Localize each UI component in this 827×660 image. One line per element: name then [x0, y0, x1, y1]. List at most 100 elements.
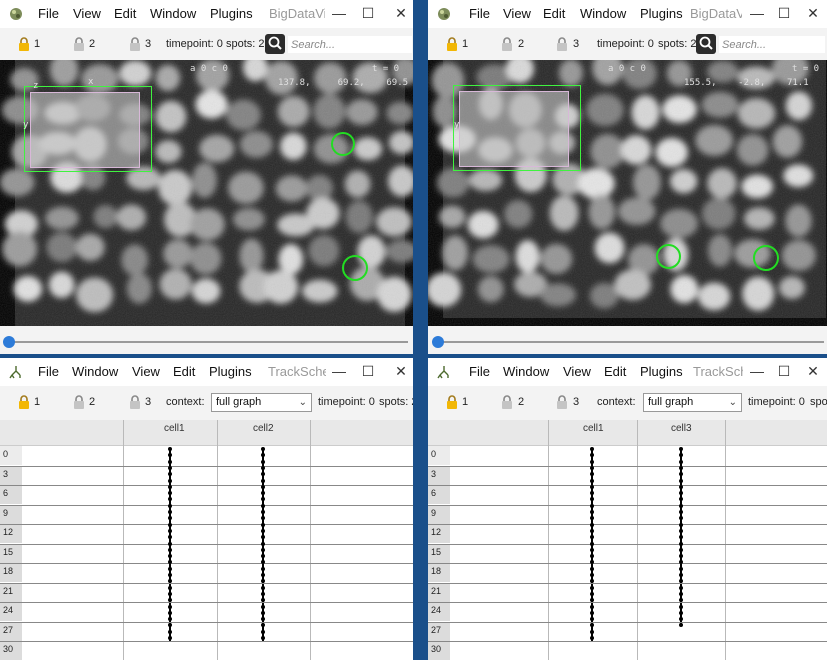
- track-spot[interactable]: [679, 528, 683, 533]
- menu-file[interactable]: File: [469, 364, 490, 379]
- menu-view[interactable]: View: [503, 6, 531, 21]
- track-spot[interactable]: [679, 484, 683, 489]
- lock-3-icon[interactable]: [127, 394, 143, 410]
- track-spot[interactable]: [679, 554, 683, 559]
- close-icon[interactable]: ✕: [802, 361, 824, 381]
- track-spot[interactable]: [168, 503, 172, 508]
- menu-window[interactable]: Window: [72, 364, 118, 379]
- track-spot[interactable]: [590, 465, 594, 470]
- track-spot[interactable]: [590, 535, 594, 540]
- track-spot[interactable]: [168, 636, 172, 640]
- context-dropdown[interactable]: full graph ⌄: [211, 393, 312, 412]
- spot-marker[interactable]: [656, 244, 681, 269]
- context-dropdown[interactable]: full graph ⌄: [643, 393, 742, 412]
- track-spot[interactable]: [261, 535, 265, 540]
- track-spot[interactable]: [168, 623, 172, 628]
- track-spot[interactable]: [679, 503, 683, 508]
- track-spot[interactable]: [168, 465, 172, 470]
- menu-edit[interactable]: Edit: [604, 364, 626, 379]
- track-spot[interactable]: [261, 610, 265, 615]
- close-icon[interactable]: ✕: [802, 3, 824, 23]
- track-spot[interactable]: [261, 566, 265, 571]
- time-slider-track[interactable]: [438, 341, 824, 343]
- track-spot[interactable]: [590, 478, 594, 483]
- track-spot[interactable]: [590, 636, 594, 640]
- menu-file[interactable]: File: [38, 364, 59, 379]
- maximize-icon[interactable]: ☐: [773, 361, 795, 381]
- track-spot[interactable]: [261, 522, 265, 527]
- track-spot[interactable]: [168, 591, 172, 596]
- menu-window[interactable]: Window: [503, 364, 549, 379]
- lock-1-icon[interactable]: [16, 394, 32, 410]
- track-spot[interactable]: [261, 623, 265, 628]
- menu-view[interactable]: View: [132, 364, 160, 379]
- track-spot[interactable]: [590, 491, 594, 496]
- track-spot[interactable]: [261, 484, 265, 489]
- menu-view[interactable]: View: [563, 364, 591, 379]
- maximize-icon[interactable]: ☐: [773, 3, 795, 23]
- track-spot[interactable]: [261, 472, 265, 477]
- track-spot[interactable]: [679, 516, 683, 521]
- lock-1-icon[interactable]: [444, 36, 460, 52]
- spot-marker[interactable]: [331, 132, 355, 156]
- lock-2-icon[interactable]: [71, 394, 87, 410]
- title-bar[interactable]: File Window View Edit Plugins TrackSchem…: [428, 358, 827, 386]
- track-spot[interactable]: [168, 453, 172, 458]
- track-spot[interactable]: [679, 465, 683, 470]
- track-spot[interactable]: [261, 629, 265, 634]
- menu-plugins[interactable]: Plugins: [210, 6, 253, 21]
- time-slider-knob[interactable]: [432, 336, 444, 348]
- track-spot[interactable]: [168, 510, 172, 514]
- track-spot[interactable]: [679, 604, 683, 609]
- track-spot[interactable]: [679, 573, 683, 577]
- track-spot[interactable]: [168, 484, 172, 489]
- track-spot[interactable]: [168, 585, 172, 590]
- track-spot[interactable]: [168, 547, 172, 552]
- spot-marker[interactable]: [342, 255, 368, 281]
- track-spot[interactable]: [590, 447, 594, 451]
- menu-window[interactable]: Window: [150, 6, 196, 21]
- track-spot[interactable]: [168, 447, 172, 451]
- track-spot[interactable]: [168, 472, 172, 477]
- menu-edit[interactable]: Edit: [114, 6, 136, 21]
- track-spot[interactable]: [590, 541, 594, 546]
- minimize-icon[interactable]: —: [328, 361, 350, 381]
- minimize-icon[interactable]: —: [328, 3, 350, 23]
- track-spot[interactable]: [679, 547, 683, 552]
- track-spot[interactable]: [168, 554, 172, 559]
- track-spot[interactable]: [168, 528, 172, 533]
- track-spot[interactable]: [590, 497, 594, 502]
- minimize-icon[interactable]: —: [746, 3, 768, 23]
- track-spot[interactable]: [261, 478, 265, 483]
- track-spot[interactable]: [261, 636, 265, 640]
- lock-3-icon[interactable]: [127, 36, 143, 52]
- lock-3-icon[interactable]: [554, 394, 570, 410]
- lock-1-icon[interactable]: [16, 36, 32, 52]
- track-spot[interactable]: [168, 541, 172, 546]
- close-icon[interactable]: ✕: [390, 3, 412, 23]
- title-bar[interactable]: File View Edit Window Plugins BigDataVie…: [428, 0, 827, 28]
- bdv-viewer-canvas[interactable]: x y z a 0 c 0 t = 0 137.8, 69.2, 69.5: [0, 60, 413, 326]
- track-spot[interactable]: [590, 459, 594, 464]
- title-bar[interactable]: File View Edit Window Plugins BigDataVie…: [0, 0, 413, 28]
- track-spot[interactable]: [261, 591, 265, 596]
- track-spot[interactable]: [168, 610, 172, 615]
- track-spot[interactable]: [679, 591, 683, 596]
- minimize-icon[interactable]: —: [746, 361, 768, 381]
- track-spot[interactable]: [679, 478, 683, 483]
- track-spot[interactable]: [168, 522, 172, 527]
- menu-plugins[interactable]: Plugins: [640, 364, 683, 379]
- track-spot[interactable]: [168, 516, 172, 521]
- trackscheme-graph[interactable]: cell1 cell3 0 3 6 9 12 15 18 21 24 27 30: [428, 420, 827, 660]
- track-spot[interactable]: [590, 528, 594, 533]
- track-spot[interactable]: [168, 459, 172, 464]
- track-spot[interactable]: [168, 491, 172, 496]
- track-spot[interactable]: [590, 472, 594, 477]
- track-spot[interactable]: [679, 566, 683, 571]
- track-spot[interactable]: [590, 453, 594, 458]
- track-spot[interactable]: [261, 459, 265, 464]
- track-spot[interactable]: [168, 566, 172, 571]
- track-spot[interactable]: [590, 585, 594, 590]
- menu-plugins[interactable]: Plugins: [209, 364, 252, 379]
- track-spot[interactable]: [261, 497, 265, 502]
